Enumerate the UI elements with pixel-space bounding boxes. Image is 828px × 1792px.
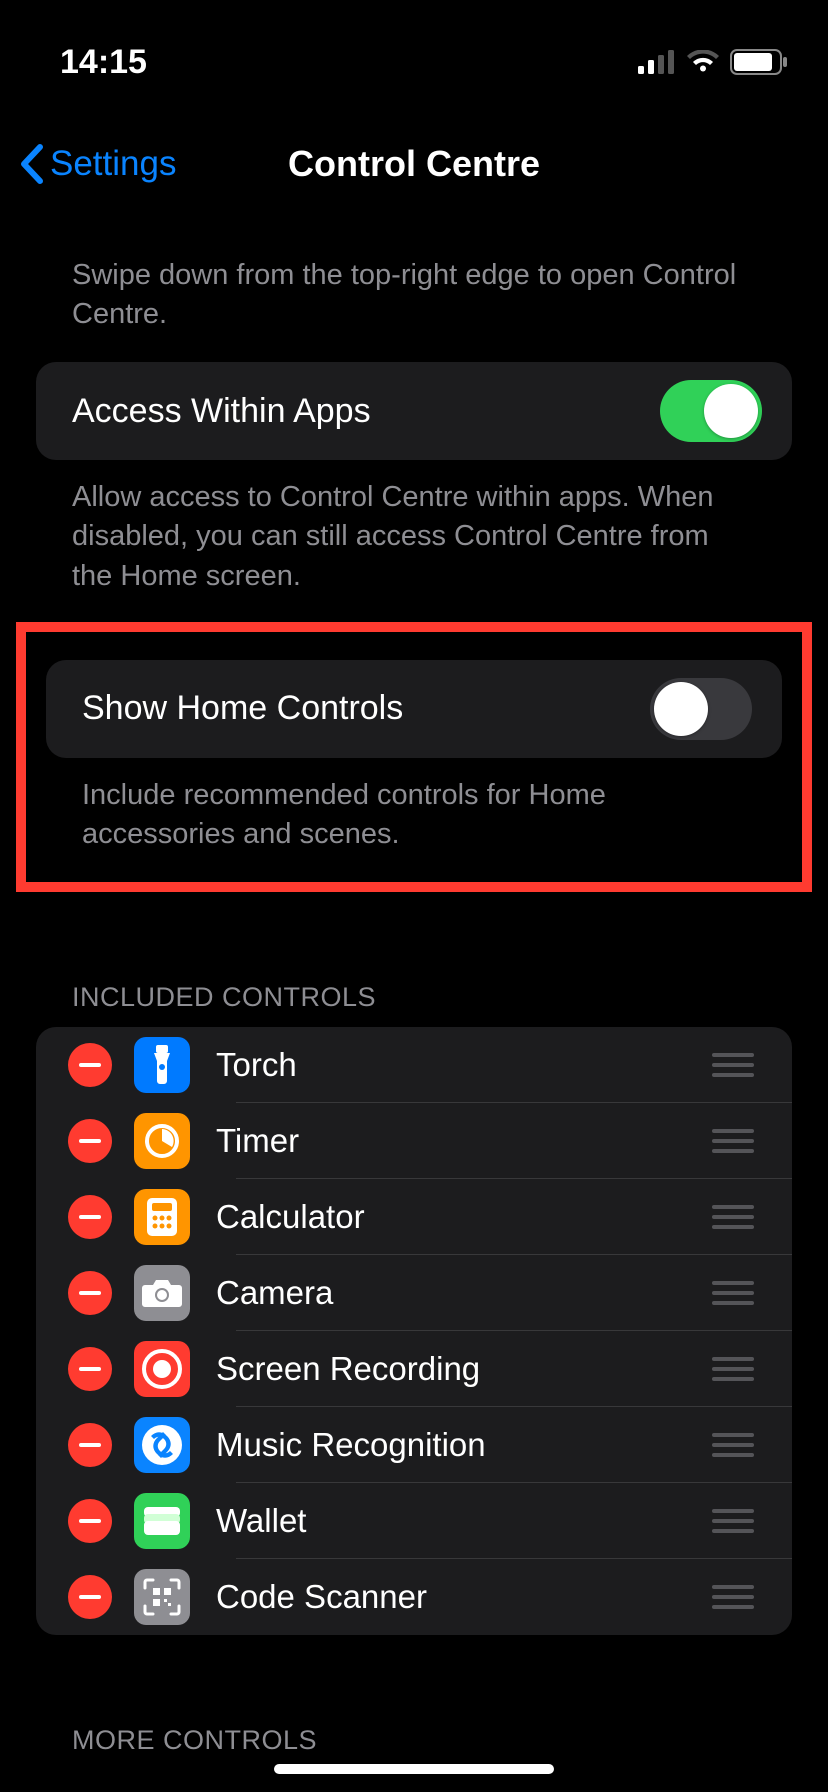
drag-handle[interactable] <box>712 1433 754 1457</box>
control-label: Screen Recording <box>216 1350 712 1388</box>
remove-button[interactable] <box>68 1499 112 1543</box>
status-time: 14:15 <box>60 43 147 82</box>
calculator-icon <box>134 1189 190 1245</box>
access-within-apps-group: Access Within Apps <box>36 362 792 460</box>
remove-button[interactable] <box>68 1575 112 1619</box>
included-controls-list: Torch Timer Calculator Camera Screen Recordi… <box>36 1027 792 1635</box>
cellular-icon <box>638 50 676 74</box>
drag-handle[interactable] <box>712 1129 754 1153</box>
camera-icon <box>134 1265 190 1321</box>
highlight-annotation: Show Home Controls Include recommended c… <box>16 622 812 892</box>
control-label: Code Scanner <box>216 1578 712 1616</box>
remove-button[interactable] <box>68 1347 112 1391</box>
remove-button[interactable] <box>68 1195 112 1239</box>
control-label: Torch <box>216 1046 712 1084</box>
control-label: Timer <box>216 1122 712 1160</box>
access-within-apps-label: Access Within Apps <box>72 392 660 431</box>
torch-icon <box>134 1037 190 1093</box>
drag-handle[interactable] <box>712 1585 754 1609</box>
show-home-controls-toggle[interactable] <box>650 678 752 740</box>
show-home-controls-row: Show Home Controls <box>46 660 782 758</box>
battery-icon <box>730 49 788 75</box>
status-bar: 14:15 <box>0 0 828 100</box>
list-item: Screen Recording <box>36 1331 792 1407</box>
list-item: Music Recognition <box>36 1407 792 1483</box>
list-item: Wallet <box>36 1483 792 1559</box>
remove-button[interactable] <box>68 1423 112 1467</box>
status-icons <box>638 49 788 75</box>
remove-button[interactable] <box>68 1043 112 1087</box>
home-indicator[interactable] <box>274 1764 554 1774</box>
access-within-apps-toggle[interactable] <box>660 380 762 442</box>
intro-text: Swipe down from the top-right edge to op… <box>36 208 792 362</box>
shazam-icon <box>134 1417 190 1473</box>
drag-handle[interactable] <box>712 1053 754 1077</box>
list-item: Camera <box>36 1255 792 1331</box>
list-item: Code Scanner <box>36 1559 792 1635</box>
remove-button[interactable] <box>68 1119 112 1163</box>
access-footer: Allow access to Control Centre within ap… <box>36 460 792 595</box>
list-item: Timer <box>36 1103 792 1179</box>
back-label: Settings <box>50 144 176 184</box>
list-item: Torch <box>36 1027 792 1103</box>
home-footer: Include recommended controls for Home ac… <box>46 758 782 854</box>
screen-recording-icon <box>134 1341 190 1397</box>
control-label: Wallet <box>216 1502 712 1540</box>
show-home-controls-label: Show Home Controls <box>82 689 650 728</box>
code-scanner-icon <box>134 1569 190 1625</box>
nav-bar: Settings Control Centre <box>0 120 828 208</box>
control-label: Calculator <box>216 1198 712 1236</box>
remove-button[interactable] <box>68 1271 112 1315</box>
drag-handle[interactable] <box>712 1205 754 1229</box>
back-button[interactable]: Settings <box>18 143 176 185</box>
wallet-icon <box>134 1493 190 1549</box>
timer-icon <box>134 1113 190 1169</box>
wifi-icon <box>686 50 720 74</box>
included-controls-header: INCLUDED CONTROLS <box>36 982 792 1027</box>
chevron-left-icon <box>18 143 44 185</box>
drag-handle[interactable] <box>712 1509 754 1533</box>
control-label: Music Recognition <box>216 1426 712 1464</box>
access-within-apps-row: Access Within Apps <box>36 362 792 460</box>
drag-handle[interactable] <box>712 1281 754 1305</box>
drag-handle[interactable] <box>712 1357 754 1381</box>
list-item: Calculator <box>36 1179 792 1255</box>
show-home-controls-group: Show Home Controls <box>46 660 782 758</box>
control-label: Camera <box>216 1274 712 1312</box>
